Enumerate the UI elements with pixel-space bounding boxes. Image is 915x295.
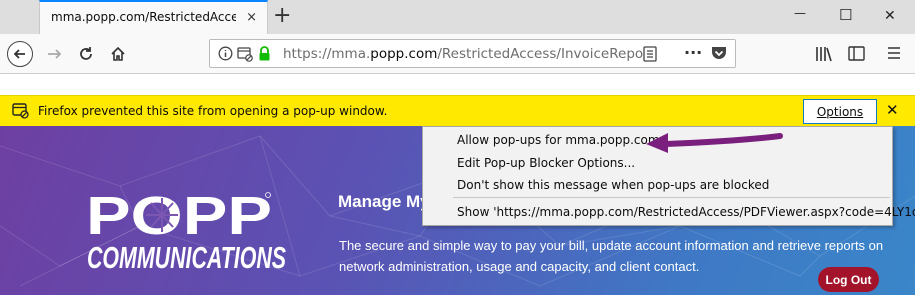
back-arrow-icon (7, 41, 33, 67)
menu-separator (453, 197, 890, 198)
page-heading: Manage My (338, 192, 430, 211)
back-button[interactable] (4, 38, 36, 70)
maximize-icon[interactable]: ☐ (839, 6, 852, 24)
menu-item-edit-blocker-options[interactable]: Edit Pop-up Blocker Options... (457, 156, 635, 170)
annotation-arrow-icon (646, 133, 783, 153)
home-icon[interactable] (102, 38, 134, 70)
notification-text: Firefox prevented this site from opening… (38, 104, 388, 118)
url-path: /RestrictedAccess/InvoiceRepo (437, 46, 643, 62)
pocket-icon[interactable] (711, 46, 727, 64)
logo-popp-text: POPP (86, 186, 272, 246)
library-icon[interactable] (815, 46, 833, 65)
tab-active[interactable]: mma.popp.com/RestrictedAccess/I × (39, 0, 268, 34)
popup-notification-bar: Firefox prevented this site from opening… (0, 95, 915, 127)
popup-blocked-icon[interactable] (237, 46, 253, 65)
forward-arrow-icon[interactable] (38, 38, 70, 70)
options-label: Options (816, 104, 864, 119)
sidebar-icon[interactable] (848, 46, 865, 64)
info-icon[interactable] (218, 46, 233, 64)
url-text[interactable]: https://mma.popp.com/RestrictedAccess/In… (283, 46, 643, 62)
url-host: popp.com (370, 46, 438, 62)
url-prefix: https://mma. (283, 46, 371, 62)
notification-close-icon[interactable]: ✕ (886, 101, 899, 119)
tab-strip: mma.popp.com/RestrictedAccess/I × + — ☐ … (0, 0, 915, 34)
tab-close-icon[interactable]: × (246, 10, 257, 25)
new-tab-icon[interactable]: + (273, 5, 291, 27)
popup-blocked-icon (12, 103, 29, 122)
popp-logo: POPP COMMUNICATIONS (84, 186, 294, 279)
reader-view-icon[interactable] (643, 46, 657, 65)
window-close-icon[interactable]: ✕ (884, 8, 896, 24)
menu-item-dont-show-message[interactable]: Don't show this message when pop-ups are… (457, 178, 769, 192)
menu-item-show-popup-url[interactable]: Show 'https://mma.popp.com/RestrictedAcc… (457, 205, 915, 219)
logo-communications-text: COMMUNICATIONS (87, 240, 286, 275)
tab-title: mma.popp.com/RestrictedAccess/I (51, 10, 236, 24)
page-description: The secure and simple way to pay your bi… (339, 238, 884, 274)
page-actions-icon[interactable]: ··· (684, 43, 702, 62)
lock-icon[interactable] (258, 46, 271, 64)
logout-button[interactable]: Log Out (818, 267, 879, 292)
url-bar[interactable]: https://mma.popp.com/RestrictedAccess/In… (209, 39, 736, 68)
nav-toolbar: https://mma.popp.com/RestrictedAccess/In… (0, 34, 915, 74)
minimize-icon[interactable]: — (794, 6, 806, 20)
hamburger-menu-icon[interactable] (887, 46, 901, 63)
reload-icon[interactable] (70, 38, 102, 70)
options-button[interactable]: Options (803, 99, 877, 124)
menu-item-allow-popups[interactable]: Allow pop-ups for mma.popp.com (457, 133, 660, 147)
